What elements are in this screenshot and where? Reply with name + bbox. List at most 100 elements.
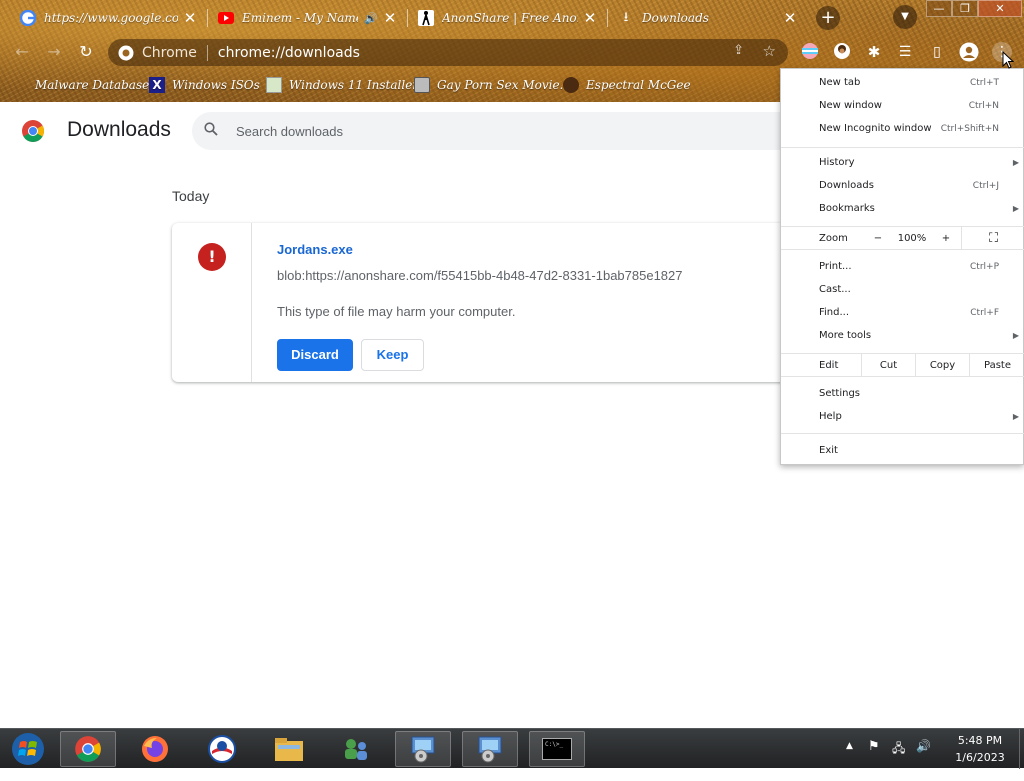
cut-button[interactable]: Cut	[861, 354, 915, 376]
bookmark-label: Malware Database	[35, 78, 150, 92]
paste-button[interactable]: Paste	[969, 354, 1024, 376]
omnibox-divider	[206, 44, 208, 61]
taskbar-file-explorer[interactable]	[261, 731, 317, 767]
back-button[interactable]: ←	[10, 40, 34, 64]
keep-button[interactable]: Keep	[361, 339, 424, 371]
restore-button[interactable]: ❐	[952, 0, 978, 17]
close-icon[interactable]: ✕	[782, 9, 798, 27]
youtube-icon	[218, 12, 234, 24]
edit-label: Edit	[819, 360, 839, 371]
menu-label: History	[819, 157, 855, 168]
menu-item-new-tab[interactable]: New tab Ctrl+T	[781, 72, 1024, 94]
start-button[interactable]	[0, 731, 56, 767]
submenu-arrow-icon: ▶	[1012, 204, 1019, 213]
taskbar-firefox[interactable]	[127, 731, 183, 767]
taskbar-obama-icon[interactable]	[194, 731, 250, 767]
chrome-logo-icon	[21, 119, 45, 143]
extensions-puzzle-icon[interactable]: ✱	[864, 42, 884, 62]
discard-button[interactable]: Discard	[277, 339, 353, 371]
menu-label: Bookmarks	[819, 203, 875, 214]
menu-label: Find...	[819, 307, 850, 318]
url-text[interactable]: chrome://downloads	[218, 45, 360, 61]
reload-button[interactable]: ↻	[74, 40, 98, 64]
site-chip[interactable]: Chrome	[118, 45, 197, 61]
menu-item-exit[interactable]: Exit	[781, 440, 1024, 462]
share-icon[interactable]: ⇪	[733, 43, 744, 58]
menu-item-more-tools[interactable]: More tools ▶	[781, 325, 1024, 347]
site-label: Chrome	[142, 44, 197, 61]
tab-youtube[interactable]: Eminem - My Name Is 🔊 ✕	[206, 4, 406, 32]
close-icon[interactable]: ✕	[182, 9, 198, 27]
taskbar-setup-1[interactable]	[395, 731, 451, 767]
menu-item-help[interactable]: Help ▶	[781, 406, 1024, 428]
menu-item-downloads[interactable]: Downloads Ctrl+J	[781, 175, 1024, 197]
menu-zoom-row: Zoom − 100% + ⛶	[781, 226, 1024, 250]
menu-label: More tools	[819, 330, 872, 341]
bookmark-label: Gay Porn Sex Movie...	[437, 78, 572, 92]
file-icon-column: !	[172, 223, 252, 382]
taskbar-command-prompt[interactable]: C:\>_	[529, 731, 585, 767]
taskbar-chrome[interactable]	[60, 731, 116, 767]
minimize-button[interactable]: —	[926, 0, 952, 17]
tab-google[interactable]: https://www.google.com/s ✕	[8, 4, 206, 32]
menu-divider	[781, 433, 1024, 434]
menu-shortcut: Ctrl+Shift+N	[940, 124, 999, 134]
window-close-button[interactable]: ✕	[978, 0, 1022, 17]
submenu-arrow-icon: ▶	[1012, 331, 1019, 340]
volume-icon[interactable]: 🔊	[916, 739, 931, 779]
reading-list-icon[interactable]: ☰	[895, 42, 915, 62]
zoom-level: 100%	[897, 233, 927, 244]
forward-button[interactable]: →	[42, 40, 66, 64]
tab-search-button[interactable]: ▼	[893, 5, 917, 29]
menu-shortcut: Ctrl+J	[972, 181, 999, 191]
bookmark-espectral-mcgee[interactable]: Espectral McGee	[563, 75, 691, 95]
audio-icon[interactable]: 🔊	[364, 12, 378, 25]
warning-icon: !	[198, 243, 226, 271]
menu-item-new-incognito[interactable]: New Incognito window Ctrl+Shift+N	[781, 118, 1024, 140]
action-center-flag-icon[interactable]: ⚑	[868, 739, 880, 779]
tab-title: Eminem - My Name Is	[242, 11, 358, 25]
tab-downloads[interactable]: ⭳ Downloads ✕	[606, 4, 806, 32]
menu-label: Downloads	[819, 180, 874, 191]
network-icon[interactable]: 🖧	[892, 739, 905, 779]
taskbar-network-users[interactable]	[328, 731, 384, 767]
avatar-icon	[563, 77, 579, 93]
avatar-extension-icon[interactable]	[832, 42, 852, 62]
close-icon[interactable]: ✕	[382, 9, 398, 27]
show-desktop-button[interactable]	[1019, 729, 1024, 769]
tab-anonshare[interactable]: AnonShare | Free Anonym ✕	[406, 4, 606, 32]
bookmark-malware-database[interactable]: Malware Database	[14, 75, 149, 95]
copy-button[interactable]: Copy	[915, 354, 969, 376]
taskbar-setup-2[interactable]	[462, 731, 518, 767]
menu-label: Print...	[819, 261, 852, 272]
zoom-in-button[interactable]: +	[929, 227, 963, 249]
bookmark-gay-porn[interactable]: Gay Porn Sex Movie...	[414, 75, 571, 95]
menu-item-new-window[interactable]: New window Ctrl+N	[781, 95, 1024, 117]
fullscreen-icon[interactable]: ⛶	[961, 227, 1024, 249]
file-source-url[interactable]: blob:https://anonshare.com/f55415bb-4b48…	[277, 268, 683, 283]
menu-item-cast[interactable]: Cast...	[781, 279, 1024, 301]
address-bar[interactable]: Chrome chrome://downloads ⇪ ☆	[108, 39, 788, 66]
menu-item-history[interactable]: History ▶	[781, 152, 1024, 174]
chrome-icon	[118, 45, 134, 61]
bookmark-windows-isos[interactable]: X Windows ISOs	[149, 75, 260, 95]
menu-item-print[interactable]: Print... Ctrl+P	[781, 256, 1024, 278]
menu-item-find[interactable]: Find... Ctrl+F	[781, 302, 1024, 324]
new-tab-button[interactable]: +	[816, 6, 840, 30]
menu-label: Help	[819, 411, 842, 422]
profile-icon[interactable]	[959, 42, 979, 62]
bookmark-windows-11-installer[interactable]: Windows 11 Installer	[266, 75, 418, 95]
file-name-link[interactable]: Jordans.exe	[277, 242, 353, 257]
system-clock[interactable]: 5:48 PM 1/6/2023	[940, 732, 1020, 766]
tab-title: https://www.google.com/s	[44, 11, 178, 25]
close-icon[interactable]: ✕	[582, 9, 598, 27]
menu-item-bookmarks[interactable]: Bookmarks ▶	[781, 198, 1024, 220]
menu-item-settings[interactable]: Settings	[781, 383, 1024, 405]
show-hidden-icons-button[interactable]: ▲	[846, 741, 853, 781]
flag-extension-icon[interactable]	[800, 42, 820, 62]
bookmark-star-icon[interactable]: ☆	[763, 42, 776, 60]
bookmark-label: Windows 11 Installer	[289, 78, 419, 92]
side-panel-icon[interactable]: ▯	[927, 42, 947, 62]
search-input[interactable]: Search downloads	[192, 112, 832, 150]
zoom-out-button[interactable]: −	[861, 227, 895, 249]
